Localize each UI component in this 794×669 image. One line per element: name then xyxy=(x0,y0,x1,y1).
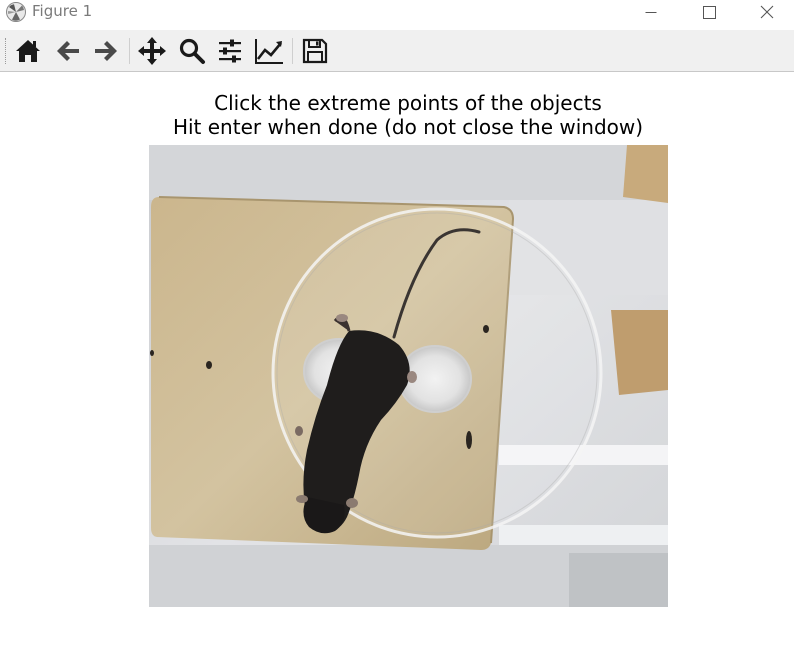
figure-title-line-1: Click the extreme points of the objects xyxy=(214,91,602,115)
edit-axes-button[interactable] xyxy=(252,34,286,68)
back-button[interactable] xyxy=(51,34,85,68)
magnifier-icon xyxy=(179,38,205,64)
figure-canvas[interactable]: Click the extreme points of the objects … xyxy=(0,72,794,669)
arrow-right-icon xyxy=(95,41,117,61)
minimize-icon xyxy=(645,12,657,13)
pan-button[interactable] xyxy=(135,34,169,68)
close-icon xyxy=(760,5,774,19)
navigation-toolbar xyxy=(0,30,794,72)
figure-title-line-2: Hit enter when done (do not close the wi… xyxy=(172,115,644,139)
save-button[interactable] xyxy=(298,34,332,68)
matplotlib-app-icon xyxy=(5,1,27,23)
move-icon xyxy=(138,37,166,65)
home-icon xyxy=(16,40,40,62)
sliders-icon xyxy=(219,39,241,63)
close-button[interactable] xyxy=(738,0,794,24)
zoom-button[interactable] xyxy=(175,34,209,68)
minimize-button[interactable] xyxy=(622,0,680,24)
home-button[interactable] xyxy=(11,34,45,68)
maximize-button[interactable] xyxy=(680,0,738,24)
window-titlebar: Figure 1 xyxy=(0,0,794,30)
mouse-arena-image xyxy=(149,145,668,607)
floppy-disk-icon xyxy=(302,38,328,64)
line-chart-icon xyxy=(255,39,283,64)
maximize-icon xyxy=(702,5,716,19)
image-axes[interactable] xyxy=(149,145,668,607)
window-title: Figure 1 xyxy=(32,2,93,20)
subplots-button[interactable] xyxy=(213,34,247,68)
toolbar-separator xyxy=(129,38,130,64)
forward-button[interactable] xyxy=(89,34,123,68)
toolbar-grip[interactable] xyxy=(5,38,7,64)
arrow-left-icon xyxy=(57,41,79,61)
toolbar-separator xyxy=(292,38,293,64)
